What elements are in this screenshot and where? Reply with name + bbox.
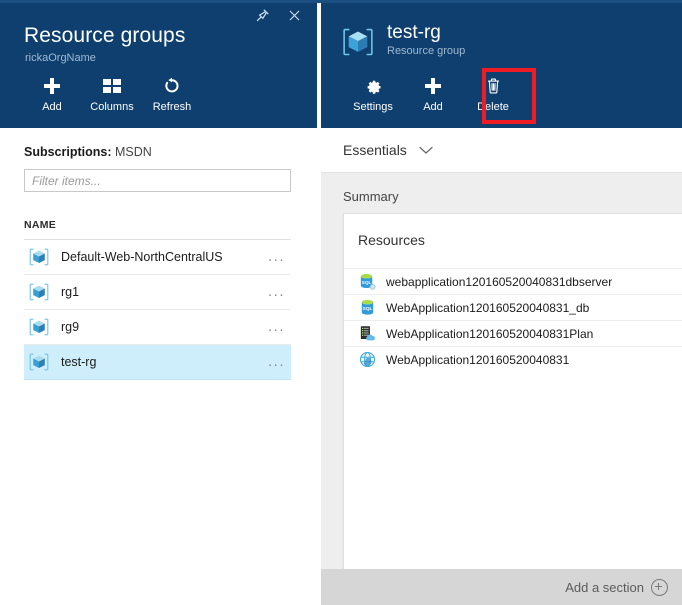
detail-toolbar: Settings Add Delete	[343, 68, 536, 124]
filter-wrapper	[0, 159, 317, 192]
column-header-name: NAME	[24, 219, 291, 240]
resource-groups-blade: Resource groups rickaOrgName Add Columns	[0, 0, 317, 605]
resource-name: WebApplication120160520040831	[386, 352, 570, 367]
svg-text:SQL: SQL	[362, 306, 372, 312]
add-button[interactable]: Add	[22, 74, 82, 114]
plus-icon	[424, 76, 442, 96]
resources-card: Resources SQL webapplication120160520040…	[343, 213, 682, 569]
list-item-label: test-rg	[61, 355, 97, 369]
essentials-label: Essentials	[343, 142, 407, 158]
resource-name: webapplication120160520040831dbserver	[386, 274, 613, 289]
delete-button-label: Delete	[477, 101, 509, 113]
resource-group-list: Default-Web-NorthCentralUS ... rg1 ... r…	[24, 240, 291, 380]
row-more-button[interactable]: ...	[268, 354, 287, 369]
list-item[interactable]: rg9 ...	[24, 310, 291, 345]
summary-label: Summary	[343, 189, 399, 204]
close-icon[interactable]	[281, 2, 307, 28]
blade-window-controls	[249, 0, 317, 30]
plus-circle-icon[interactable]	[651, 578, 668, 596]
page-subtitle: rickaOrgName	[25, 52, 96, 64]
refresh-button-label: Refresh	[152, 101, 192, 113]
list-item-label: Default-Web-NorthCentralUS	[61, 250, 223, 264]
list-item[interactable]: rg1 ...	[24, 275, 291, 310]
sql-database-icon: SQL	[358, 298, 377, 317]
resource-row[interactable]: WebApplication120160520040831Plan	[344, 320, 682, 346]
resource-row[interactable]: SQL WebApplication120160520040831_db	[344, 294, 682, 320]
add-button-label: Add	[42, 101, 62, 113]
add-a-section-label: Add a section	[565, 579, 644, 595]
columns-icon	[103, 76, 121, 96]
filter-input[interactable]	[24, 169, 291, 192]
list-item-label: rg1	[61, 285, 80, 299]
resource-group-cube-icon	[28, 246, 50, 268]
settings-button-label: Settings	[353, 101, 393, 113]
web-app-icon	[358, 350, 377, 369]
detail-body: Summary Resources SQL webapplication1201…	[321, 173, 682, 569]
chevron-down-icon[interactable]	[419, 146, 433, 155]
subscriptions-label: Subscriptions:	[24, 145, 112, 159]
resources-card-title: Resources	[358, 232, 425, 248]
resource-group-cube-icon	[28, 351, 50, 373]
resource-name: WebApplication120160520040831_db	[386, 300, 590, 315]
svg-text:SQL: SQL	[362, 280, 372, 286]
pin-icon[interactable]	[249, 2, 275, 28]
resource-group-cube-icon	[28, 316, 50, 338]
essentials-bar[interactable]: Essentials	[321, 128, 682, 173]
subscriptions-line: Subscriptions: MSDN	[0, 128, 317, 159]
plus-icon	[43, 76, 61, 96]
app-service-plan-icon	[358, 324, 377, 343]
subscriptions-value: MSDN	[115, 145, 152, 159]
add-resource-button-label: Add	[423, 101, 443, 113]
resource-group-cube-icon	[341, 25, 375, 59]
settings-button[interactable]: Settings	[343, 74, 403, 114]
row-more-button[interactable]: ...	[268, 284, 287, 299]
resource-row[interactable]: WebApplication120160520040831	[344, 346, 682, 372]
sql-server-icon: SQL	[358, 272, 377, 291]
row-more-button[interactable]: ...	[268, 249, 287, 264]
list-item-label: rg9	[61, 320, 80, 334]
trash-icon	[485, 76, 502, 96]
columns-button[interactable]: Columns	[82, 74, 142, 114]
refresh-button[interactable]: Refresh	[142, 74, 202, 114]
detail-page-title: test-rg	[387, 22, 441, 43]
resource-name: WebApplication120160520040831Plan	[386, 326, 594, 341]
detail-page-subtitle: Resource group	[387, 45, 466, 57]
window-top-edge	[0, 0, 682, 3]
delete-button[interactable]: Delete	[463, 74, 523, 114]
page-title: Resource groups	[24, 24, 186, 47]
detail-title-row: test-rg Resource group	[341, 22, 465, 59]
add-a-section-bar[interactable]: Add a section	[321, 569, 682, 605]
gear-icon	[364, 76, 383, 96]
resource-groups-toolbar: Add Columns Refresh	[22, 74, 202, 114]
refresh-icon	[163, 76, 181, 96]
detail-blade-header: test-rg Resource group Settings Add Dele…	[321, 0, 682, 128]
resource-group-cube-icon	[28, 281, 50, 303]
resource-groups-body: Subscriptions: MSDN NAME	[0, 128, 317, 605]
row-more-button[interactable]: ...	[268, 319, 287, 334]
azure-portal: Resource groups rickaOrgName Add Columns	[0, 0, 682, 605]
resource-group-detail-blade: test-rg Resource group Settings Add Dele…	[321, 0, 682, 605]
resource-row[interactable]: SQL webapplication120160520040831dbserve…	[344, 268, 682, 294]
resource-groups-blade-header: Resource groups rickaOrgName Add Columns	[0, 0, 317, 128]
columns-button-label: Columns	[90, 101, 134, 113]
list-item[interactable]: Default-Web-NorthCentralUS ...	[24, 240, 291, 275]
list-item-selected[interactable]: test-rg ...	[24, 345, 291, 380]
add-resource-button[interactable]: Add	[403, 74, 463, 114]
